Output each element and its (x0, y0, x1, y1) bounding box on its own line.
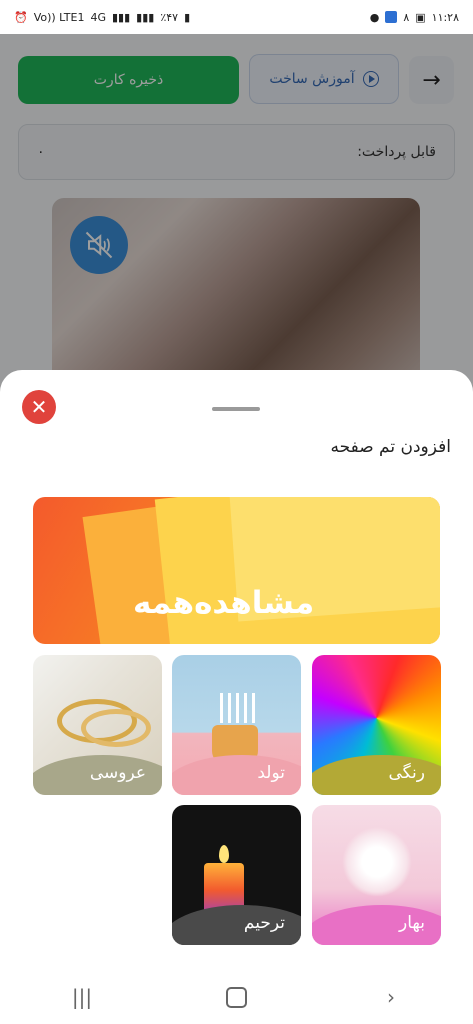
flame-image (219, 845, 229, 863)
ring-image-2 (81, 709, 151, 747)
dot-icon: ● (369, 10, 380, 24)
theme-tile-condolence[interactable]: ترحیم (172, 805, 301, 945)
notification-badge: ۸ (403, 10, 410, 24)
close-icon: ✕ (30, 395, 48, 419)
view-all-label: مشاهده‌همه (133, 585, 315, 621)
back-nav-button[interactable]: › (371, 985, 411, 1009)
flower-image (342, 827, 412, 897)
candles-image (216, 693, 256, 727)
sheet-drag-handle[interactable] (212, 407, 260, 411)
theme-tile-wedding[interactable]: عروسی (33, 655, 162, 795)
theme-label: تولد (257, 763, 285, 783)
close-button[interactable]: ✕ (22, 390, 56, 424)
battery-icon: ▮ (184, 10, 191, 24)
theme-tile-birthday[interactable]: تولد (172, 655, 301, 795)
app-notification-icon (385, 11, 398, 23)
signal-icon-2: ▮▮▮ (136, 10, 155, 24)
theme-label: عروسی (89, 763, 146, 783)
signal-icon: ▮▮▮ (112, 10, 131, 24)
network-type: 4G (90, 10, 106, 24)
theme-label: ترحیم (243, 913, 285, 933)
theme-tile-spring[interactable]: بهار (312, 805, 441, 945)
alarm-icon: ⏰ (14, 10, 28, 24)
sheet-title: افزودن تم صفحه (330, 437, 451, 457)
home-button[interactable] (226, 986, 247, 1008)
status-bar: ⏰ Vo)) LTE1 4G ▮▮▮ ▮▮▮ ٪۴۷ ▮ ● ۸ ▣ ۱۱:۲۸ (0, 0, 473, 34)
image-notification-icon: ▣ (415, 10, 426, 24)
system-nav-bar: ||| › (0, 970, 473, 1024)
theme-label: بهار (399, 913, 425, 933)
recents-button[interactable]: ||| (62, 985, 102, 1009)
theme-label: رنگی (388, 763, 426, 783)
battery-percent: ٪۴۷ (160, 10, 179, 24)
theme-tile-colorful[interactable]: رنگی (312, 655, 441, 795)
view-all-themes-banner[interactable]: مشاهده‌همه (33, 497, 440, 644)
status-time: ۱۱:۲۸ (431, 10, 459, 24)
volte-indicator: Vo)) LTE1 (33, 10, 85, 24)
theme-bottom-sheet: ✕ افزودن تم صفحه مشاهده‌همه رنگی تولد عر… (0, 370, 473, 970)
